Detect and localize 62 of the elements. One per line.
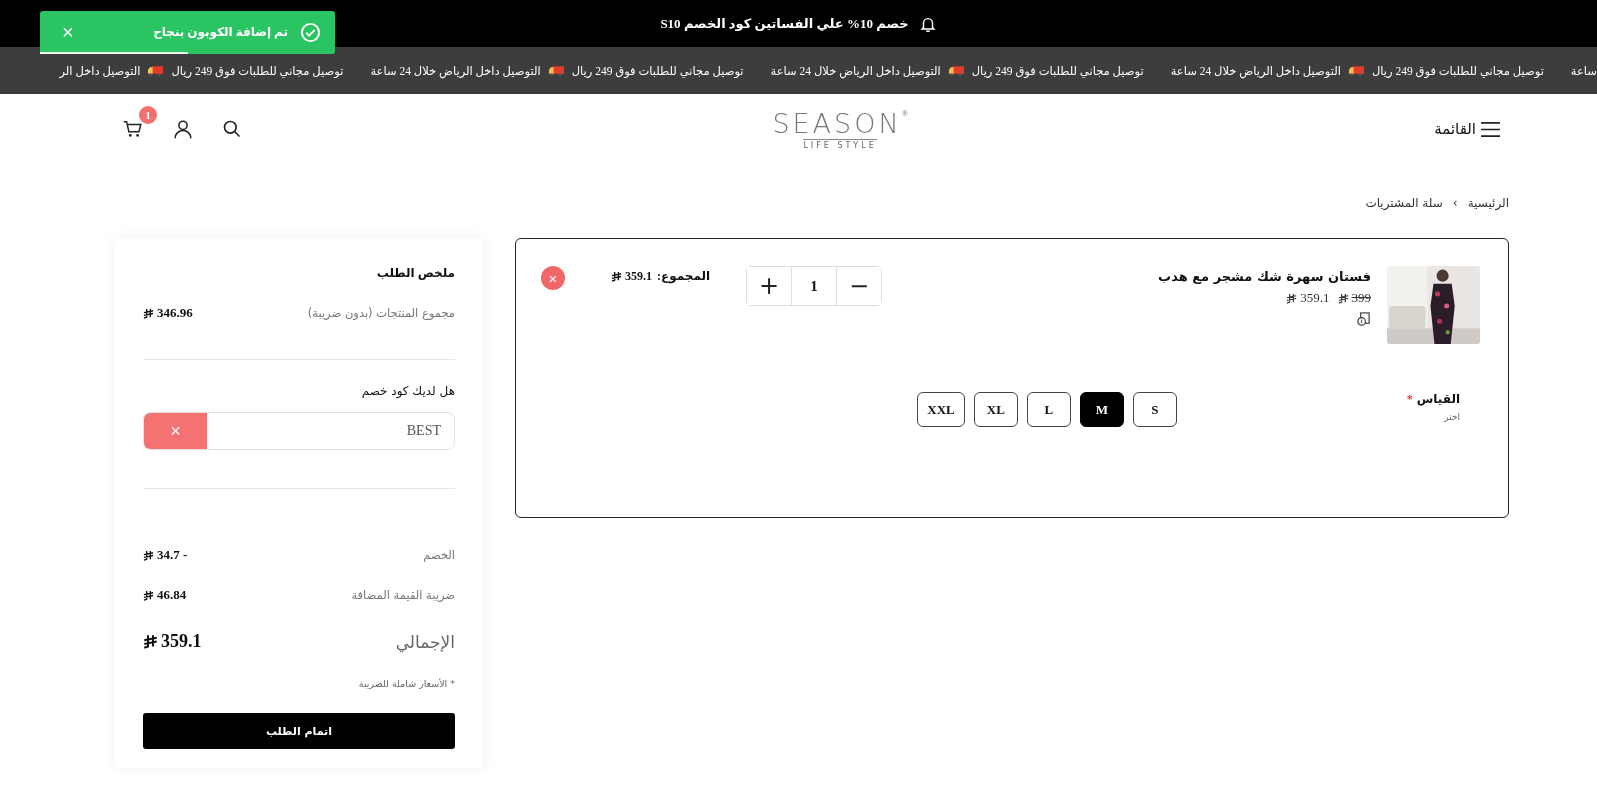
cart-count-badge: 1 (139, 106, 157, 124)
breadcrumb-separator: › (1452, 196, 1458, 210)
riyal-icon (143, 634, 158, 649)
riyal-icon (143, 589, 154, 601)
ticker-text: التوصيل داخل الرياض خلال 24 ساعة (770, 63, 941, 78)
tax-note: * الأسعار شاملة للضريبة (357, 678, 455, 689)
vat-label: ضريبة القيمة المضافة (351, 588, 455, 602)
riyal-icon (1337, 292, 1349, 304)
registered-mark: ® (901, 108, 908, 118)
ticker-text: توصيل مجاني للطلبات فوق 249 ريال (1371, 63, 1544, 78)
line-total-value: 359.1 (625, 269, 652, 284)
ticker-text: التوصيل داخل الر (59, 63, 141, 78)
search-icon[interactable] (222, 119, 242, 139)
coupon-question: هل لديك كود خصم (360, 384, 455, 398)
breadcrumb-link[interactable]: الرئيسية (1467, 196, 1509, 210)
ticker-text: توصيل مجاني للطلبات فوق 249 ريال (171, 63, 344, 78)
total-label: الإجمالي (395, 631, 455, 652)
product-price: 359.1 (1300, 290, 1330, 306)
product-name[interactable]: فستان سهرة شك مشجر مع هدب (1158, 269, 1371, 284)
ticker-text: التوصيل داخل الرياض خلال 24 ساعة (1170, 63, 1341, 78)
breadcrumb-current: سلة المشتريات (1365, 196, 1443, 210)
size-option[interactable]: M (1079, 392, 1124, 427)
logo-wordmark[interactable]: SEASON (772, 108, 902, 139)
ticker-text: توصيل مجاني للطلبات فوق 249 ريال (971, 63, 1144, 78)
truck-icon (147, 64, 165, 77)
size-option[interactable]: L (1026, 392, 1071, 427)
option-label: القياس (1416, 392, 1460, 407)
check-circle-icon (300, 22, 321, 43)
vat-value: 46.84 (157, 587, 187, 603)
summary-title: ملخص الطلب (375, 266, 455, 281)
cart-icon[interactable] (122, 118, 144, 140)
coupon-field[interactable]: BEST × (143, 412, 455, 450)
riyal-icon (143, 307, 154, 319)
ticker-text: ساعة (1570, 63, 1597, 78)
subtotal-value: 346.96 (157, 305, 193, 321)
checkout-button[interactable]: اتمام الطلب (143, 713, 455, 749)
riyal-icon (611, 271, 622, 282)
size-option[interactable]: XL (973, 392, 1018, 427)
user-icon[interactable] (172, 118, 194, 140)
truck-icon (547, 64, 565, 77)
total-value: 359.1 (161, 631, 202, 652)
discount-label: الخصم (423, 548, 455, 562)
line-total-label: المجموع: (657, 269, 711, 284)
riyal-icon (143, 549, 154, 561)
announcement-text: خصم 10% علي الفساتين كود الخصم S10 (660, 15, 909, 32)
old-price: 399 (1351, 290, 1371, 306)
subtotal-label: مجموع المنتجات (بدون ضريبة) (307, 306, 455, 320)
size-option[interactable]: XXL (917, 392, 965, 427)
toast-message: تم إضافة الكوبون بنجاح (152, 25, 288, 40)
discount-value: 34.7 - (157, 547, 188, 563)
coin-receipt-icon (1356, 312, 1371, 327)
truck-icon (1347, 64, 1365, 77)
menu-button[interactable]: القائمة (1428, 119, 1507, 139)
logo-tagline: LIFE STYLE (803, 138, 877, 150)
ticker-text: توصيل مجاني للطلبات فوق 249 ريال (571, 63, 744, 78)
option-hint: اختر (1443, 412, 1460, 422)
truck-icon (947, 64, 965, 77)
riyal-icon (1286, 292, 1298, 304)
required-mark: * (1406, 392, 1413, 407)
ticker-text: التوصيل داخل الرياض خلال 24 ساعة (370, 63, 541, 78)
size-option[interactable]: S (1132, 392, 1177, 427)
menu-icon (1480, 120, 1501, 138)
